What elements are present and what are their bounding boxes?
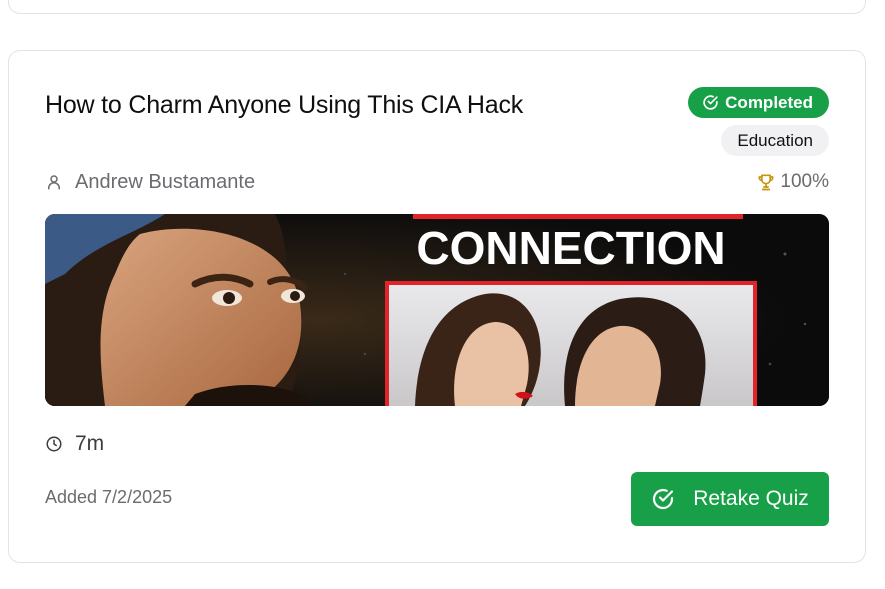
thumbnail-headline: CONNECTION [416,222,725,274]
clock-icon [45,435,63,453]
status-badge-label: Completed [725,92,813,112]
category-badge: Education [721,125,829,156]
duration-value: 7m [75,432,105,455]
quiz-card: How to Charm Anyone Using This CIA Hack … [8,50,866,563]
added-date: Added 7/2/2025 [45,487,173,507]
check-circle-icon [702,94,719,111]
retake-quiz-button[interactable]: Retake Quiz [631,472,829,526]
video-thumbnail[interactable]: CONNECTION [45,214,829,406]
previous-card [8,0,866,14]
retake-quiz-label: Retake Quiz [693,487,809,510]
card-title: How to Charm Anyone Using This CIA Hack [45,91,524,119]
badge-group: Completed Education [688,87,829,156]
check-circle-icon [651,487,675,511]
status-badge: Completed [688,87,829,118]
thumbnail-artwork: CONNECTION [45,214,829,406]
meta-row: Andrew Bustamante 100% [45,169,829,195]
author: Andrew Bustamante [45,171,255,194]
trophy-icon [756,172,776,192]
score-value: 100% [780,171,829,192]
score: 100% [756,171,829,193]
author-name: Andrew Bustamante [75,170,256,193]
duration: 7m [45,431,104,457]
user-icon [45,173,63,191]
